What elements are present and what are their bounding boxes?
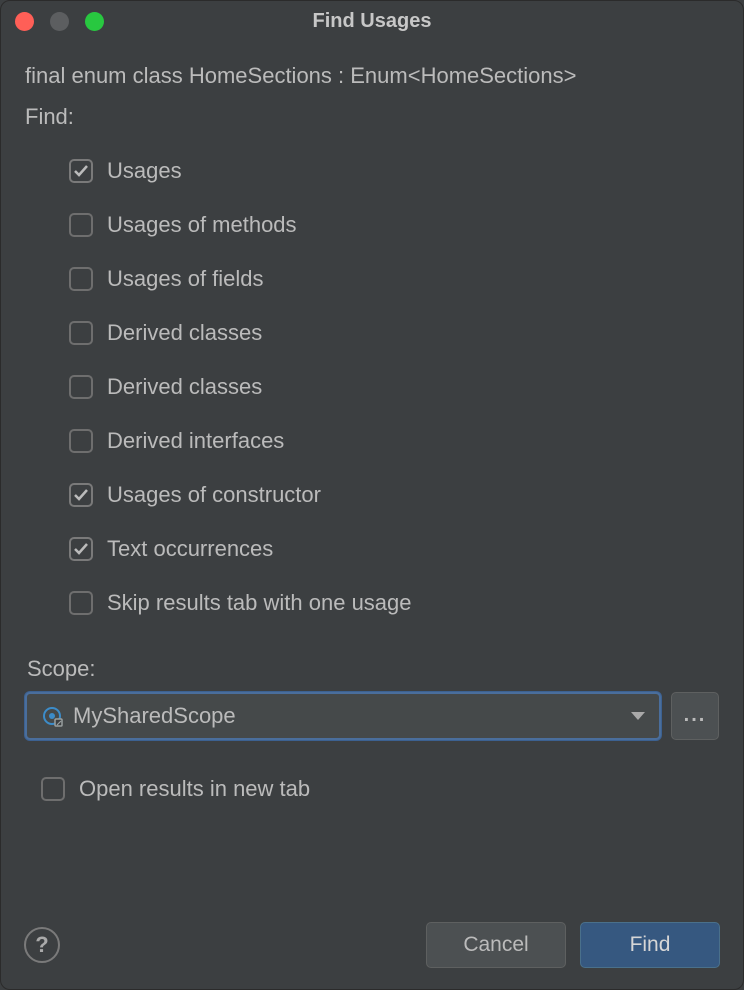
option-label: Open results in new tab: [79, 776, 310, 802]
scope-row: MySharedScope ...: [25, 692, 719, 740]
checkbox-derived-classes-1[interactable]: [69, 321, 93, 345]
checkbox-open-results-new-tab[interactable]: [41, 777, 65, 801]
window-minimize-button[interactable]: [50, 12, 69, 31]
window-maximize-button[interactable]: [85, 12, 104, 31]
scope-label: Scope:: [25, 656, 719, 682]
scope-select[interactable]: MySharedScope: [25, 692, 661, 740]
checkbox-usages-methods[interactable]: [69, 213, 93, 237]
element-signature: final enum class HomeSections : Enum<Hom…: [25, 61, 719, 92]
scope-more-button[interactable]: ...: [671, 692, 719, 740]
option-label: Derived classes: [107, 374, 262, 400]
help-button[interactable]: ?: [24, 927, 60, 963]
traffic-lights: [15, 12, 104, 31]
option-usages-fields[interactable]: Usages of fields: [25, 252, 719, 306]
option-label: Usages of methods: [107, 212, 297, 238]
titlebar: Find Usages: [1, 1, 743, 41]
checkbox-derived-interfaces[interactable]: [69, 429, 93, 453]
checkbox-derived-classes-2[interactable]: [69, 375, 93, 399]
option-text-occurrences[interactable]: Text occurrences: [25, 522, 719, 576]
checkbox-usages-constructor[interactable]: [69, 483, 93, 507]
cancel-button[interactable]: Cancel: [426, 922, 566, 968]
option-open-results-new-tab[interactable]: Open results in new tab: [25, 776, 719, 802]
option-derived-classes-2[interactable]: Derived classes: [25, 360, 719, 414]
option-derived-classes-1[interactable]: Derived classes: [25, 306, 719, 360]
scope-selected-value: MySharedScope: [73, 703, 621, 729]
option-label: Usages of fields: [107, 266, 264, 292]
find-button[interactable]: Find: [580, 922, 720, 968]
checkbox-text-occurrences[interactable]: [69, 537, 93, 561]
option-derived-interfaces[interactable]: Derived interfaces: [25, 414, 719, 468]
chevron-down-icon: [631, 712, 645, 720]
option-label: Derived interfaces: [107, 428, 284, 454]
scope-section: Scope: MySharedScope ...: [25, 656, 719, 740]
option-usages-methods[interactable]: Usages of methods: [25, 198, 719, 252]
dialog-footer: ? Cancel Find: [24, 922, 720, 968]
checkbox-usages-fields[interactable]: [69, 267, 93, 291]
option-label: Derived classes: [107, 320, 262, 346]
option-usages-constructor[interactable]: Usages of constructor: [25, 468, 719, 522]
option-label: Usages of constructor: [107, 482, 321, 508]
find-section-label: Find:: [25, 104, 719, 130]
option-skip-results-tab[interactable]: Skip results tab with one usage: [25, 576, 719, 630]
find-options-list: Usages Usages of methods Usages of field…: [25, 144, 719, 630]
option-label: Usages: [107, 158, 182, 184]
dialog-title: Find Usages: [1, 10, 743, 33]
option-label: Text occurrences: [107, 536, 273, 562]
dialog-content: final enum class HomeSections : Enum<Hom…: [1, 41, 743, 802]
scope-shared-icon: [41, 705, 63, 727]
window-close-button[interactable]: [15, 12, 34, 31]
checkbox-usages[interactable]: [69, 159, 93, 183]
checkbox-skip-results-tab[interactable]: [69, 591, 93, 615]
option-usages[interactable]: Usages: [25, 144, 719, 198]
option-label: Skip results tab with one usage: [107, 590, 412, 616]
